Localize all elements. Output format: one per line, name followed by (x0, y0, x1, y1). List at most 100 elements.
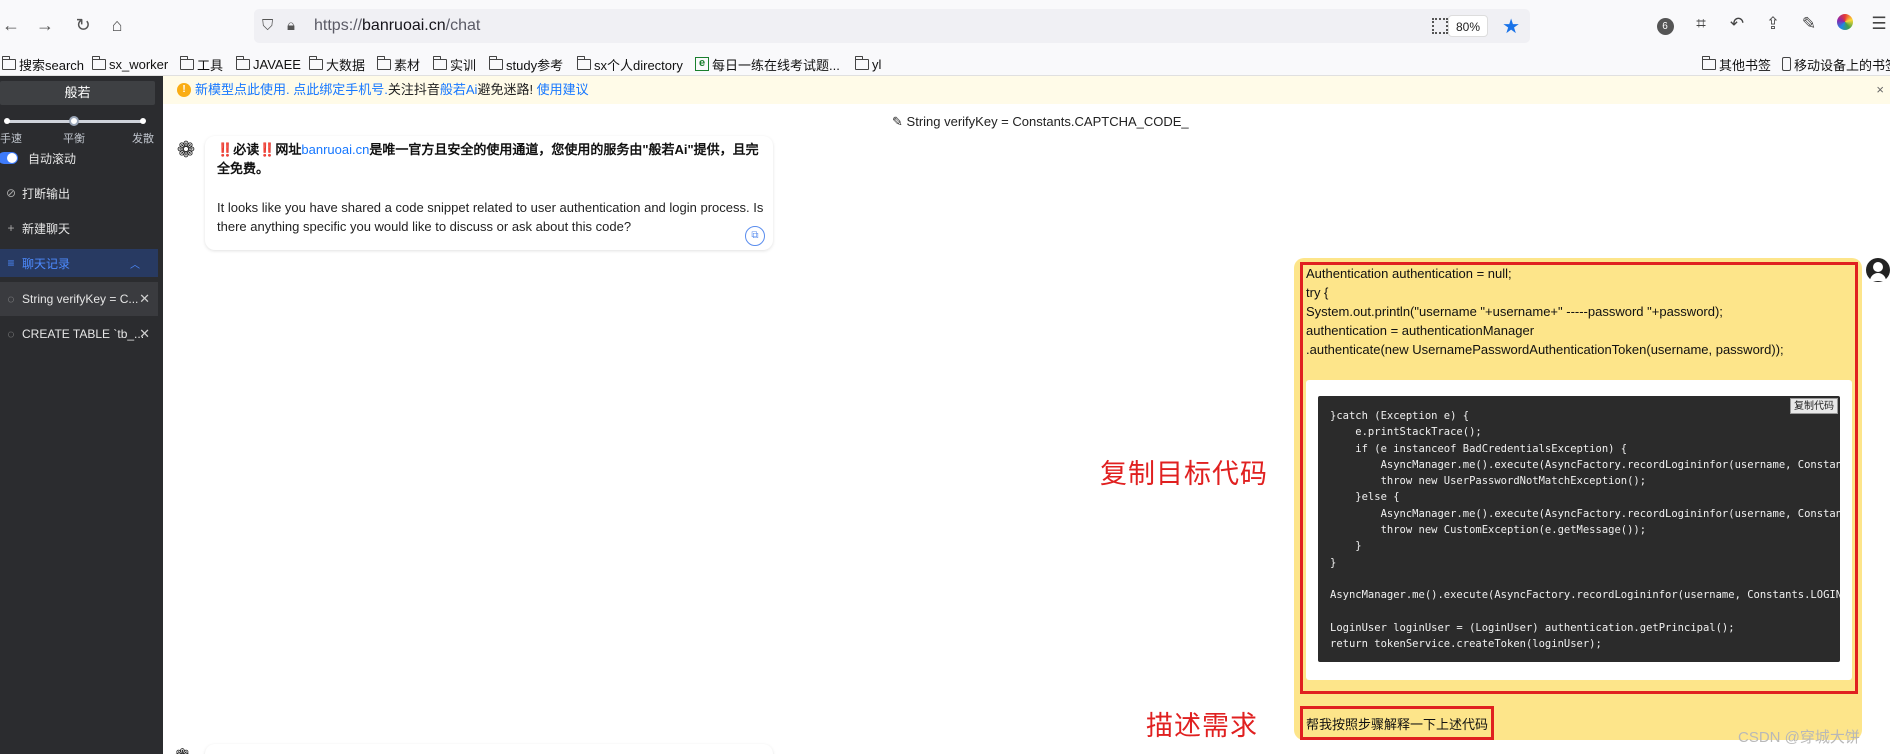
chat-list-item[interactable]: ◌ CREATE TABLE `tb_... ✕ (0, 317, 158, 351)
interrupt-label: 打断输出 (22, 186, 71, 201)
bookmark-label: yl (872, 56, 882, 72)
chat-title[interactable]: ✎ String verifyKey = Constants.CAPTCHA_C… (892, 114, 1189, 130)
url-prefix: https:// (314, 17, 363, 34)
bookmarks-bar: 搜索search sx_worker 工具 JAVAEE 大数据 素材 实训 s… (0, 52, 1890, 76)
auto-scroll-toggle[interactable] (0, 152, 18, 164)
chat-bubble-icon: ◌ (7, 327, 15, 341)
code-highlight-box (1300, 262, 1858, 694)
close-icon[interactable]: × (1876, 76, 1884, 104)
folder-icon (576, 55, 591, 70)
notice-link-tips[interactable]: 使用建议 (537, 82, 589, 97)
edit-icon[interactable]: ✎ (892, 114, 903, 129)
notice-bar: ! 新模型点此使用. 点此绑定手机号.关注抖音般若Ai避免迷路! 使用建议 × (163, 76, 1890, 104)
watermark: CSDN @穿城大饼 (1738, 729, 1860, 746)
auto-scroll-label: 自动滚动 (28, 151, 77, 166)
annotation-describe: 描述需求 (1146, 711, 1258, 741)
folder-icon (854, 55, 869, 70)
bookmark-item[interactable]: sx_worker (91, 55, 169, 73)
sidebar: 般若 手速 平衡 发散 自动滚动 ⊘ 打断输出 + 新建聊天 ≡ 聊天记录 ︿ … (0, 76, 163, 754)
folder-icon (488, 55, 503, 70)
close-icon[interactable]: ✕ (139, 326, 150, 342)
notice-link-bind-phone[interactable]: 点此绑定手机号. (293, 82, 388, 97)
warning-icon: ! (177, 83, 191, 97)
bot-message: ‼️必读‼️网址banruoai.cn是唯一官方且安全的使用通道，您使用的服务由… (205, 136, 773, 250)
color-wheel-icon[interactable] (1834, 14, 1856, 35)
bookmark-item[interactable]: 素材 (376, 55, 421, 73)
star-icon[interactable]: ★ (1502, 14, 1520, 39)
request-highlight-box (1300, 706, 1494, 740)
slider-handle[interactable] (69, 116, 79, 126)
folder-icon (308, 55, 323, 70)
undo-icon[interactable]: ↶ (1726, 14, 1748, 34)
folder-icon (91, 55, 106, 70)
bookmark-label: JAVAEE (253, 56, 301, 72)
bookmark-item[interactable]: 工具 (179, 55, 223, 73)
browser-toolbar: ← → ↻ ⌂ ⛉ 🔒︎ https://banruoai.cn/chat 80… (0, 0, 1890, 52)
slider-stop[interactable] (4, 118, 10, 124)
bookmark-item[interactable]: e 每日一练在线考试题... (695, 55, 840, 73)
folder-icon (376, 55, 391, 70)
bookmark-label: sx_worker (109, 56, 169, 72)
bookmark-item[interactable]: 实训 (432, 55, 477, 73)
share-icon[interactable]: ⇪ (1762, 14, 1784, 34)
bookmark-item[interactable]: 搜索search (1, 55, 85, 73)
interrupt-output-button[interactable]: ⊘ 打断输出 (0, 179, 158, 207)
ext-badge-count: 6 (1656, 18, 1674, 35)
mobile-icon (1782, 57, 1791, 71)
bookmark-label: 大数据 (326, 57, 366, 73)
notice-link-new-model[interactable]: 新模型点此使用. (195, 82, 293, 97)
auto-scroll-toggle-row[interactable]: 自动滚动 (0, 144, 158, 172)
bot-reply-text: It looks like you have shared a code sni… (217, 200, 764, 234)
copy-icon[interactable]: ⧉ (745, 226, 765, 246)
bot-avatar-icon: ❁ (176, 137, 196, 162)
reload-icon[interactable]: ↻ (72, 14, 94, 36)
bookmark-label: 素材 (394, 57, 421, 73)
site-link[interactable]: banruoai.cn (301, 142, 369, 157)
menu-icon[interactable]: ☰ (1868, 14, 1890, 34)
notice-link-brand[interactable]: 般若Ai (440, 82, 478, 97)
home-icon[interactable]: ⌂ (106, 14, 128, 36)
crop-icon[interactable]: ⌗ (1690, 14, 1712, 34)
model-title-button[interactable]: 般若 (0, 81, 155, 105)
bookmark-label: sx个人directory (594, 57, 683, 73)
annotation-copy-code: 复制目标代码 (1100, 459, 1268, 489)
slider-stop[interactable] (140, 118, 146, 124)
bookmark-other[interactable]: 其他书签 (1701, 55, 1771, 73)
bot-message-partial (205, 744, 773, 754)
bookmark-item[interactable]: study参考 (488, 55, 564, 73)
bot-notice-a: 必读 (233, 142, 260, 157)
bookmark-label: 实训 (450, 57, 477, 73)
bookmark-label: 搜索search (19, 57, 85, 73)
lock-icon[interactable]: 🔒︎ (287, 17, 295, 34)
new-chat-button[interactable]: + 新建聊天 (0, 214, 158, 242)
bookmark-item[interactable]: yl (854, 55, 882, 73)
bookmark-item[interactable]: JAVAEE (235, 55, 301, 73)
address-bar[interactable]: ⛉ 🔒︎ https://banruoai.cn/chat 80% ★ (254, 9, 1530, 43)
zoom-level[interactable]: 80% (1447, 15, 1488, 37)
bookmark-item[interactable]: 大数据 (308, 55, 366, 73)
bookmark-item[interactable]: sx个人directory (576, 55, 683, 73)
plus-icon: + (7, 221, 15, 235)
notice-text-follow: 关注抖音 (387, 82, 440, 97)
url-path: /chat (445, 17, 481, 34)
pen-icon[interactable]: ✎ (1798, 14, 1820, 34)
url-text[interactable]: https://banruoai.cn/chat (314, 17, 480, 35)
double-exclamation-icon: ‼️ (217, 142, 234, 157)
bookmark-mobile[interactable]: 移动设备上的书签 (1782, 55, 1890, 73)
chat-history-header[interactable]: ≡ 聊天记录 ︿ (0, 249, 158, 277)
user-avatar-icon (1866, 258, 1890, 282)
chat-list-item[interactable]: ◌ String verifyKey = C... ✕ (0, 282, 158, 316)
chat-bubble-icon: ◌ (7, 292, 15, 306)
bookmark-label: study参考 (506, 57, 564, 73)
qr-code-icon[interactable] (1432, 18, 1448, 34)
url-host: banruoai.cn (362, 17, 446, 34)
shield-icon[interactable]: ⛉ (262, 17, 273, 34)
chevron-up-icon[interactable]: ︿ (130, 256, 140, 271)
back-icon[interactable]: ← (0, 14, 22, 36)
extension-badge-icon[interactable]: 6 (1654, 14, 1676, 35)
close-icon[interactable]: ✕ (139, 291, 150, 307)
list-icon: ≡ (7, 256, 15, 270)
new-chat-label: 新建聊天 (22, 221, 71, 236)
forward-icon[interactable]: → (34, 14, 56, 36)
chat-item-label: CREATE TABLE `tb_... (22, 327, 145, 341)
